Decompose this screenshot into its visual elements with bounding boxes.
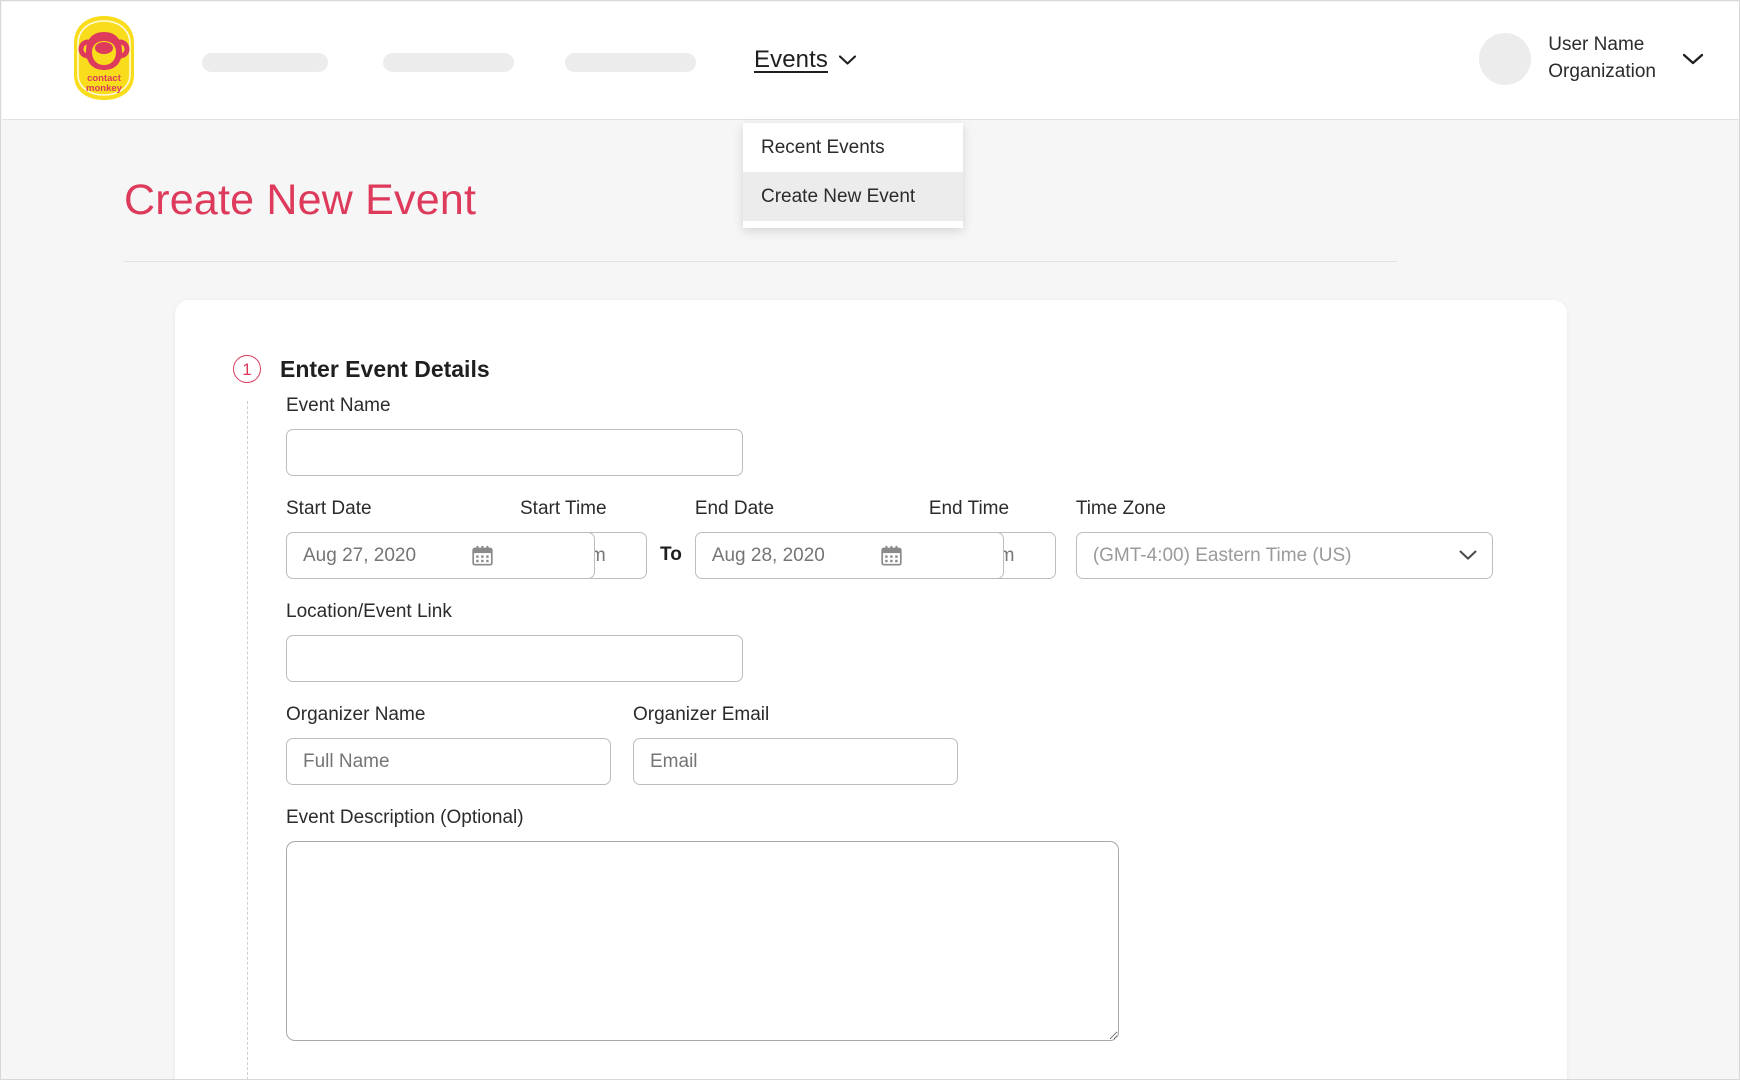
event-description-label: Event Description (Optional): [286, 807, 524, 828]
chevron-down-icon: [838, 55, 856, 65]
location-input[interactable]: [286, 635, 743, 682]
end-date-label: End Date: [694, 498, 775, 519]
nav-events-label: Events: [754, 46, 828, 73]
chevron-down-icon: [1682, 53, 1704, 65]
logo-text-monkey: monkey: [86, 83, 123, 94]
nav-item-events[interactable]: Events: [754, 46, 856, 74]
time-zone-selected-value: (GMT-4:00) Eastern Time (US): [1092, 544, 1352, 566]
field-location: Location/Event Link: [286, 601, 1536, 682]
dropdown-footer-spacer: [743, 221, 963, 228]
field-start-date: Start Date: [286, 498, 595, 579]
step-header: 1 Enter Event Details: [233, 355, 490, 383]
start-time-label: Start Time: [520, 498, 607, 519]
calendar-icon[interactable]: [881, 545, 902, 566]
end-date-input[interactable]: [694, 532, 1004, 579]
event-details-card: 1 Enter Event Details Event Name Start D…: [175, 300, 1567, 1079]
organizer-name-input[interactable]: [286, 738, 611, 785]
step-number-badge: 1: [233, 355, 261, 383]
organizer-row: Organizer Name Organizer Email: [286, 704, 1536, 785]
user-organization: Organization: [1548, 60, 1656, 82]
field-organizer-name: Organizer Name: [286, 704, 611, 785]
page-title: Create New Event: [124, 176, 477, 224]
app-window: contact monkey Events User Name Organiza…: [0, 0, 1740, 1080]
events-dropdown-menu: Recent Events Create New Event: [743, 123, 963, 228]
event-description-textarea[interactable]: [286, 841, 1119, 1041]
organizer-email-label: Organizer Email: [633, 704, 770, 725]
field-end-date: End Date: [694, 498, 1004, 579]
field-time-zone: Time Zone (GMT-4:00) Eastern Time (US): [1075, 498, 1493, 579]
organizer-name-label: Organizer Name: [286, 704, 426, 725]
organizer-email-input[interactable]: [633, 738, 958, 785]
contactmonkey-logo[interactable]: contact monkey: [68, 13, 140, 103]
event-name-input[interactable]: [286, 429, 743, 476]
date-time-row: Start Date Aug 27, 2020 Start Time 9:00 …: [286, 498, 1536, 579]
nav-item-placeholder-1[interactable]: [202, 53, 328, 72]
top-header: contact monkey Events User Name Organiza…: [2, 2, 1739, 120]
dropdown-item-create-new-event[interactable]: Create New Event: [743, 172, 963, 221]
time-zone-select[interactable]: (GMT-4:00) Eastern Time (US): [1075, 532, 1493, 579]
date-range-separator: To: [660, 544, 682, 565]
end-time-label: End Time: [928, 498, 1010, 519]
event-name-label: Event Name: [286, 395, 391, 416]
location-label: Location/Event Link: [286, 601, 452, 622]
nav-item-placeholder-3[interactable]: [565, 53, 696, 72]
title-divider: [124, 261, 1397, 262]
time-zone-label: Time Zone: [1075, 498, 1166, 519]
calendar-icon[interactable]: [472, 545, 493, 566]
start-date-label: Start Date: [286, 498, 372, 519]
start-date-input[interactable]: [286, 532, 595, 579]
field-event-name: Event Name: [286, 395, 1536, 476]
user-menu[interactable]: User Name Organization: [1479, 32, 1704, 86]
field-organizer-email: Organizer Email: [633, 704, 958, 785]
avatar: [1479, 32, 1532, 85]
step-guide-line: [247, 401, 248, 1079]
nav-item-placeholder-2[interactable]: [383, 53, 514, 72]
field-event-description: Event Description (Optional): [286, 807, 1119, 1041]
user-name: User Name: [1548, 34, 1645, 55]
event-details-form: Event Name Start Date Aug 27, 2020 Start…: [286, 395, 1536, 1041]
step-title: Enter Event Details: [280, 355, 490, 382]
dropdown-item-recent-events[interactable]: Recent Events: [743, 123, 963, 172]
user-identity: User Name Organization: [1548, 32, 1656, 86]
